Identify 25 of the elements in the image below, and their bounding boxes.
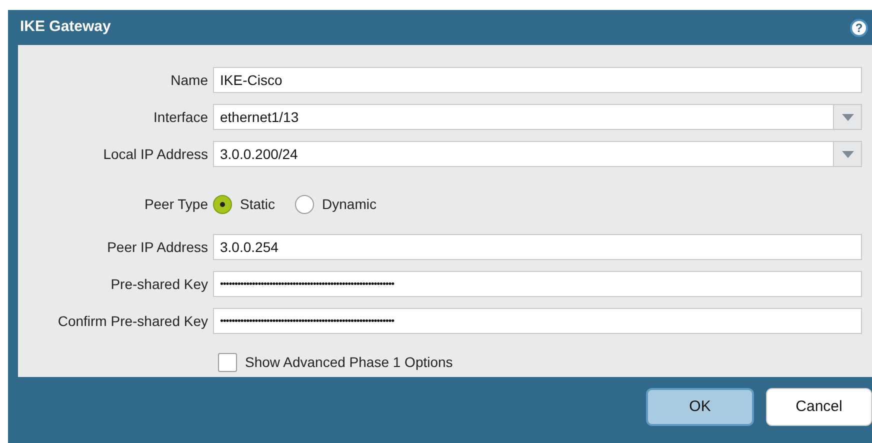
dropdown-field[interactable]: ethernet1/13 bbox=[213, 104, 862, 130]
radio-label: Static bbox=[240, 194, 276, 214]
field-label: Confirm Pre-shared Key bbox=[58, 312, 208, 328]
help-button[interactable]: ? bbox=[850, 18, 868, 36]
radio-label: Dynamic bbox=[322, 194, 376, 214]
input-field[interactable]: •••••••••••••••••••••••••••••••••••••••••••••••••••••••••••• bbox=[213, 308, 862, 334]
checkbox[interactable] bbox=[218, 353, 237, 372]
field-label: Pre-shared Key bbox=[110, 276, 208, 292]
field-label: Local IP Address bbox=[103, 146, 208, 162]
input-field[interactable]: 3.0.0.254 bbox=[213, 234, 862, 260]
ok-button[interactable]: OK bbox=[646, 388, 754, 426]
field-label: Peer Type bbox=[144, 196, 208, 212]
cancel-button[interactable]: Cancel bbox=[766, 388, 872, 426]
input-field[interactable]: •••••••••••••••••••••••••••••••••••••••••••••••••••••••••••• bbox=[213, 271, 862, 297]
dropdown-arrow-icon bbox=[842, 150, 854, 158]
field-label: Name bbox=[170, 72, 208, 88]
radio-button[interactable] bbox=[295, 194, 314, 214]
input-field[interactable]: IKE-Cisco bbox=[213, 67, 862, 93]
field-label: Peer IP Address bbox=[107, 238, 208, 254]
dropdown-field[interactable]: 3.0.0.200/24 bbox=[213, 141, 862, 167]
window-title: IKE Gateway bbox=[20, 17, 111, 38]
dropdown-arrow-icon bbox=[842, 114, 854, 120]
checkbox-label: Show Advanced Phase 1 Options bbox=[245, 353, 453, 372]
radio-button[interactable] bbox=[213, 194, 232, 214]
field-label: Interface bbox=[154, 108, 208, 124]
